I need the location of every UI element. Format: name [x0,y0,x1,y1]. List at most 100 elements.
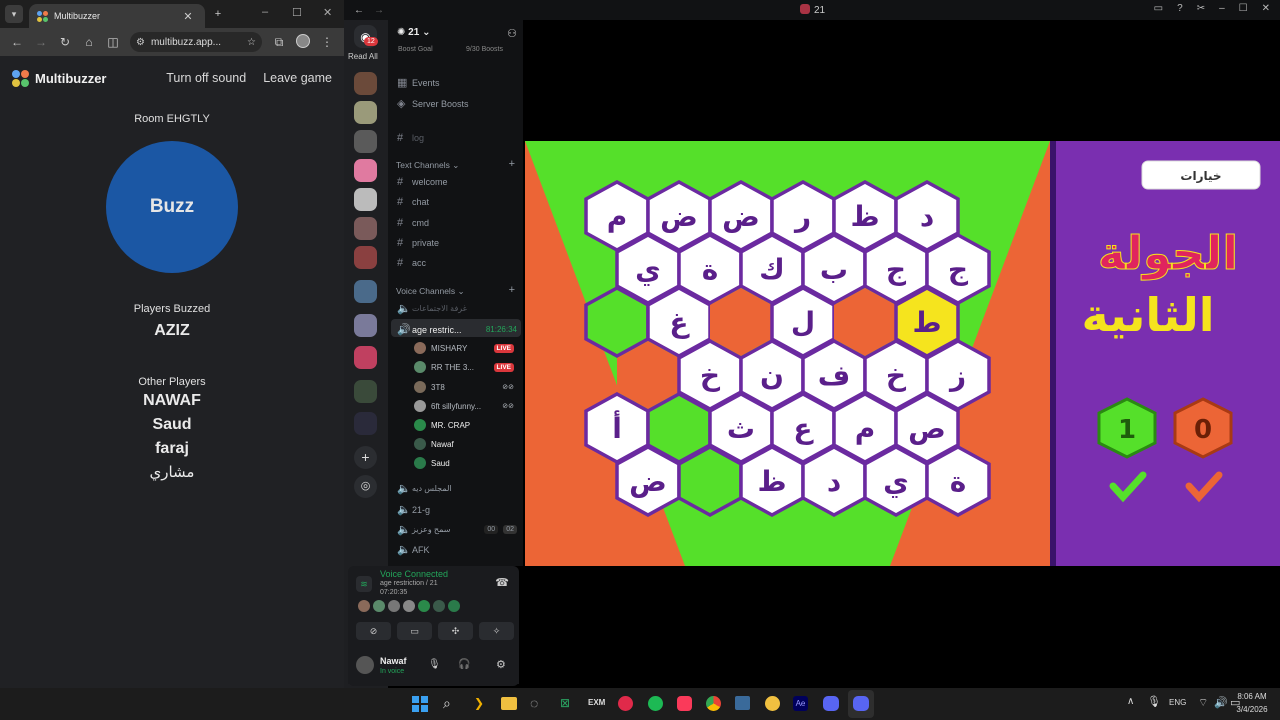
extensions-icon[interactable]: ⧉ [268,35,290,50]
invite-icon[interactable]: ⚇ [507,27,517,40]
close-window-icon[interactable]: ✕ [323,6,332,19]
new-tab-button[interactable]: + [209,8,227,20]
voice-channel[interactable]: 🔈 AFK [397,543,517,556]
server-folder-icon[interactable] [354,314,377,337]
profile-avatar[interactable] [292,33,314,51]
maximize-icon[interactable]: ☐ [1239,3,1248,14]
app-icon[interactable]: EXM [588,698,605,707]
voice-user[interactable]: Nawaf [414,438,514,450]
server-folder-icon[interactable] [354,380,377,403]
music-icon[interactable] [677,696,692,711]
server-boosts-item[interactable]: ◈ Server Boosts [397,97,517,110]
after-effects-icon[interactable]: Ae [793,696,808,711]
server-icon[interactable] [354,72,377,95]
voice-channel[interactable]: 🔈 غرفة الاجتماعات [397,302,517,315]
close-tab-icon[interactable]: ✕ [179,10,197,23]
signal-icon[interactable]: ≋ [356,576,372,592]
minimize-icon[interactable]: – [262,6,268,18]
home-icon[interactable]: ⌂ [78,35,100,49]
maximize-icon[interactable]: ☐ [292,6,302,19]
app-icon[interactable]: ⊠ [560,696,570,710]
volume-icon[interactable]: 🔊 [1214,696,1228,709]
site-info-icon[interactable]: ⚙ [136,37,145,48]
turn-off-sound-link[interactable]: Turn off sound [166,71,246,85]
channel-chat[interactable]: # chat [397,196,517,208]
minimize-icon[interactable]: – [1219,3,1225,14]
voice-user[interactable]: MR. CRAP [414,419,514,431]
tools-icon[interactable]: ✂ [1197,3,1205,14]
voice-channel[interactable]: 🔈 سمح وعزيز 00 02 [397,523,517,536]
back-icon[interactable]: ← [6,35,28,49]
mic-icon[interactable]: 🎙 [1147,695,1161,708]
soundboard-icon[interactable]: ✧ [479,622,514,640]
network-icon[interactable]: ⌔ [1198,696,1208,710]
app-icon[interactable]: ❯ [474,696,484,710]
bookmark-star-icon[interactable]: ☆ [247,37,256,48]
settings-gear-icon[interactable]: ⚙ [496,658,506,671]
app-icon[interactable] [765,696,780,711]
address-bar[interactable]: ⚙ multibuzz.app... ☆ [130,32,262,52]
camera-off-icon[interactable]: ⊘ [356,622,391,640]
tray-overflow-icon[interactable]: ∧ [1127,696,1134,707]
reload-icon[interactable]: ↻ [54,35,76,49]
discover-icon[interactable]: ◎ [354,475,377,498]
help-icon[interactable]: ? [1177,3,1183,14]
channel-private[interactable]: # private [397,237,517,249]
forward-arrow-icon[interactable]: → [374,5,384,16]
channel-acc[interactable]: # acc [397,257,517,269]
menu-kebab-icon[interactable]: ⋮ [316,35,338,49]
disconnect-icon[interactable]: ☎ [495,576,509,589]
server-icon[interactable] [354,188,377,211]
add-channel-icon[interactable]: + [509,284,515,296]
add-channel-icon[interactable]: + [509,158,515,170]
add-server-icon[interactable]: + [354,446,377,469]
inbox-icon[interactable]: ▭ [1154,3,1163,14]
text-channels-category[interactable]: Text Channels ⌄ [396,160,459,171]
server-folder-icon[interactable] [354,346,377,369]
server-folder-icon[interactable] [354,280,377,303]
voice-user[interactable]: 6ft sillyfunny... ⊘⊘ [414,400,514,412]
close-window-icon[interactable]: ✕ [1262,3,1270,14]
server-icon[interactable] [354,159,377,182]
discord-icon[interactable] [823,696,839,711]
file-explorer-icon[interactable] [501,697,517,710]
voice-user[interactable]: RR THE 3... LIVE [414,361,514,373]
channel-log[interactable]: # log [397,132,517,144]
app-icon[interactable] [735,696,750,710]
browser-tab[interactable]: Multibuzzer ✕ [29,4,205,28]
media-player-icon[interactable] [618,696,633,711]
clock-date[interactable]: 3/4/2026 [1232,705,1272,714]
server-icon[interactable] [354,130,377,153]
voice-channel[interactable]: 🔈 المجلس ديه [397,482,517,495]
read-all-button[interactable]: Read All [348,52,378,61]
buzz-button[interactable]: Buzz [106,141,238,273]
channel-cmd[interactable]: # cmd [397,217,517,229]
clock-time[interactable]: 8:06 AM [1232,692,1272,701]
back-arrow-icon[interactable]: ← [354,5,364,16]
start-icon[interactable] [412,696,428,712]
voice-user[interactable]: MISHARY LIVE [414,342,514,354]
screen-share-icon[interactable]: ▭ [397,622,432,640]
app-icon[interactable]: ◌ [530,695,538,711]
headphones-icon[interactable]: 🎧 [458,659,470,670]
options-button[interactable]: خيارات [1141,160,1261,190]
server-icon[interactable] [354,412,377,435]
chrome-icon[interactable] [706,696,721,711]
server-icon[interactable] [354,217,377,240]
voice-channel-active[interactable]: 🔊 age restric... 81:26:34 [397,323,517,336]
discord-icon[interactable] [853,696,869,711]
voice-user[interactable]: 3T8 ⊘⊘ [414,381,514,393]
events-item[interactable]: ▦ Events [397,76,517,89]
voice-channels-category[interactable]: Voice Channels ⌄ [396,286,465,297]
server-header[interactable]: ✺ 21 ⌄ [397,27,430,38]
tab-search-icon[interactable]: ▾ [5,5,23,23]
voice-user[interactable]: Saud [414,457,514,469]
spotify-icon[interactable] [648,696,663,711]
activities-icon[interactable]: ✣ [438,622,473,640]
split-view-icon[interactable]: ◫ [102,35,124,49]
voice-channel[interactable]: 🔈 21-g [397,503,517,516]
language-indicator[interactable]: ENG [1169,698,1186,707]
user-avatar[interactable] [356,656,374,674]
search-icon[interactable]: ⌕ [443,695,451,712]
server-icon[interactable] [354,101,377,124]
